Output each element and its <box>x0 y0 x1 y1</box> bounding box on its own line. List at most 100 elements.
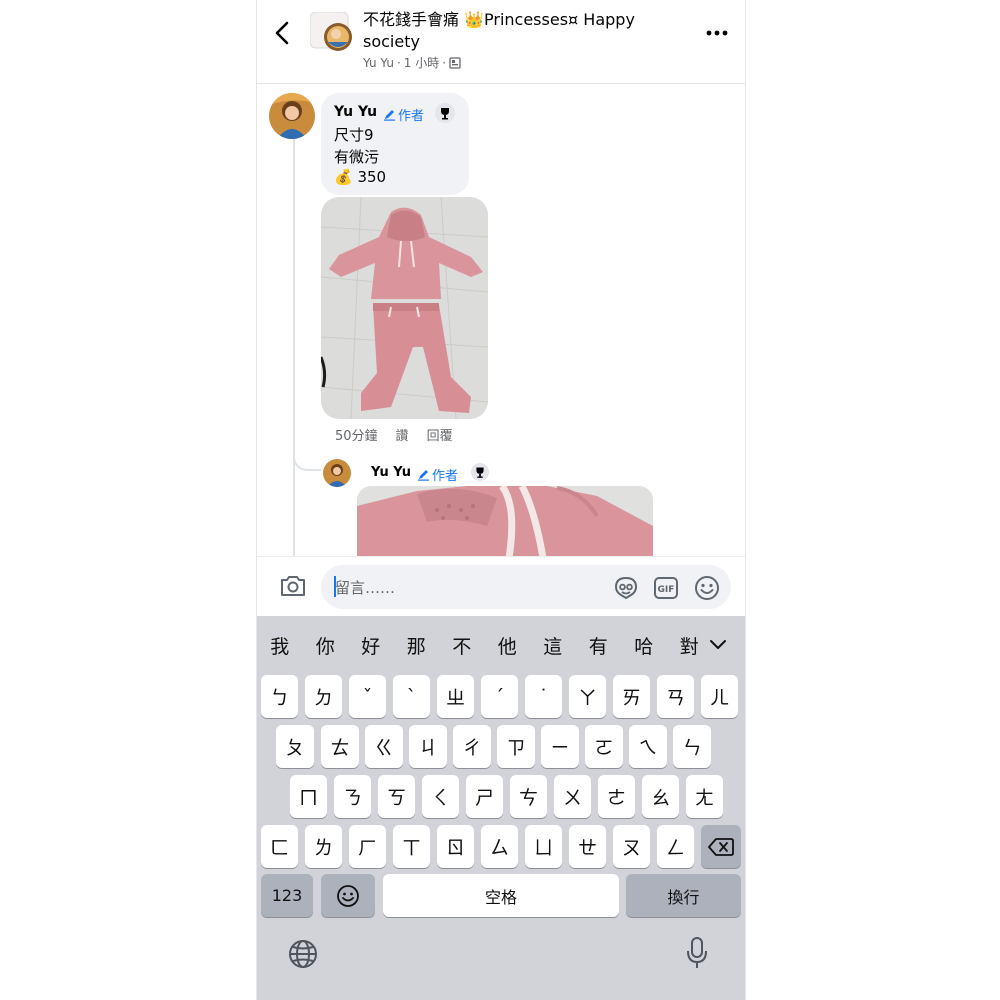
key[interactable]: ˋ <box>393 675 430 718</box>
reply-avatar[interactable] <box>323 459 351 487</box>
key[interactable]: ㄧ <box>541 725 579 768</box>
key[interactable]: ㄘ <box>510 775 547 818</box>
key[interactable]: ㄢ <box>657 675 694 718</box>
key[interactable]: ㄞ <box>613 675 650 718</box>
key[interactable]: ㄔ <box>453 725 491 768</box>
group-name[interactable]: 不花錢手會痛 👑Princesses¤ Happy society <box>363 9 663 53</box>
reply-author[interactable]: Yu Yu <box>371 465 411 480</box>
globe-icon[interactable] <box>287 938 319 970</box>
key[interactable]: ˊ <box>481 675 518 718</box>
post-time[interactable]: 1 小時 <box>404 54 439 71</box>
key[interactable]: ㄚ <box>569 675 606 718</box>
key[interactable]: ㄋ <box>334 775 371 818</box>
key[interactable]: ㄨ <box>554 775 591 818</box>
author-badge: 作者 <box>383 105 424 124</box>
candidate-word[interactable]: 哈 <box>621 632 667 659</box>
privacy-icon <box>449 56 461 69</box>
candidate-word[interactable]: 我 <box>257 632 303 659</box>
key[interactable]: ㄈ <box>261 825 298 868</box>
comment-author[interactable]: Yu Yu <box>334 104 377 120</box>
key[interactable]: ㄕ <box>466 775 503 818</box>
key[interactable]: ㄊ <box>321 725 359 768</box>
emoji-key[interactable] <box>321 874 375 917</box>
comment-bubble[interactable]: Yu Yu 作者 尺寸9 有微污 💰 350 <box>321 93 469 195</box>
like-button[interactable]: 讚 <box>396 425 409 444</box>
key[interactable]: ㄖ <box>437 825 474 868</box>
comment-placeholder: 留言…… <box>335 579 396 597</box>
chevron-down-icon[interactable] <box>705 632 731 658</box>
key[interactable]: ㄇ <box>290 775 327 818</box>
candidate-word[interactable]: 有 <box>576 632 622 659</box>
key[interactable]: ㄌ <box>305 825 342 868</box>
key[interactable]: ㄛ <box>585 725 623 768</box>
key[interactable]: ㄏ <box>349 825 386 868</box>
key-row-2: ㄆ ㄊ ㄍ ㄐ ㄔ ㄗ ㄧ ㄛ ㄟ ㄣ <box>257 725 745 769</box>
key[interactable]: ˙ <box>525 675 562 718</box>
key[interactable]: ㄜ <box>598 775 635 818</box>
avatar[interactable] <box>269 93 315 139</box>
comment-actions: 50分鐘 讚 回覆 <box>335 425 453 444</box>
key[interactable]: ㄣ <box>673 725 711 768</box>
numbers-key[interactable]: 123 <box>261 874 313 917</box>
comment-text-line: 有微污 <box>334 148 380 166</box>
reply-photo[interactable] <box>357 486 653 558</box>
comment-text-line: 💰 350 <box>334 168 387 186</box>
sticker-icon[interactable] <box>613 575 639 601</box>
return-key[interactable]: 換行 <box>626 874 741 917</box>
comment-photo[interactable] <box>321 197 488 419</box>
author-badge-label: 作者 <box>398 109 425 124</box>
key[interactable]: ㄆ <box>276 725 314 768</box>
key[interactable]: ㄤ <box>686 775 723 818</box>
key-row-4: ㄈ ㄌ ㄏ ㄒ ㄖ ㄙ ㄩ ㄝ ㄡ ㄥ <box>257 825 745 869</box>
key[interactable]: ㄡ <box>613 825 650 868</box>
poster-name[interactable]: Yu Yu <box>363 56 394 70</box>
svg-text:GIF: GIF <box>658 585 675 595</box>
comment-composer: 留言…… GIF <box>257 556 745 617</box>
key[interactable]: ㄉ <box>305 675 342 718</box>
key[interactable]: ㄦ <box>701 675 738 718</box>
key[interactable]: ˇ <box>349 675 386 718</box>
comment-time[interactable]: 50分鐘 <box>335 425 378 444</box>
candidate-word[interactable]: 那 <box>394 632 440 659</box>
candidate-word[interactable]: 這 <box>530 632 576 659</box>
key[interactable]: ㄩ <box>525 825 562 868</box>
key[interactable]: ㄙ <box>481 825 518 868</box>
comment-input[interactable]: 留言…… GIF <box>321 565 731 609</box>
candidate-word[interactable]: 好 <box>348 632 394 659</box>
comment-text-line: 尺寸9 <box>334 126 374 144</box>
key[interactable]: ㄝ <box>569 825 606 868</box>
group-avatar[interactable] <box>309 11 354 52</box>
key[interactable]: ㄠ <box>642 775 679 818</box>
key[interactable]: ㄒ <box>393 825 430 868</box>
key[interactable]: ㄥ <box>657 825 694 868</box>
key[interactable]: ㄎ <box>378 775 415 818</box>
candidate-word[interactable]: 你 <box>303 632 349 659</box>
thread-line <box>293 130 295 560</box>
meta-separator-2: · <box>442 55 447 70</box>
key[interactable]: ㄅ <box>261 675 298 718</box>
thread-connector <box>293 445 321 471</box>
mic-icon[interactable] <box>685 936 709 970</box>
key[interactable]: ㄓ <box>437 675 474 718</box>
candidate-bar: 我 你 好 那 不 他 這 有 哈 對 <box>257 616 745 674</box>
space-key[interactable]: 空格 <box>383 874 619 917</box>
trophy-icon <box>435 103 455 123</box>
reply-button[interactable]: 回覆 <box>427 425 453 444</box>
key-row-1: ㄅ ㄉ ˇ ˋ ㄓ ˊ ˙ ㄚ ㄞ ㄢ ㄦ <box>257 675 745 719</box>
key[interactable]: ㄟ <box>629 725 667 768</box>
gif-icon[interactable]: GIF <box>653 576 679 600</box>
more-icon[interactable] <box>703 22 731 44</box>
camera-icon[interactable] <box>278 572 308 600</box>
key-row-5: 123 空格 換行 <box>257 874 745 918</box>
key[interactable]: ㄑ <box>422 775 459 818</box>
emoji-icon[interactable] <box>693 574 721 602</box>
key[interactable]: ㄐ <box>409 725 447 768</box>
delete-key[interactable] <box>701 825 741 868</box>
pencil-icon <box>418 470 429 481</box>
candidate-word[interactable]: 不 <box>439 632 485 659</box>
key[interactable]: ㄍ <box>365 725 403 768</box>
author-badge-label: 作者 <box>432 469 459 484</box>
key[interactable]: ㄗ <box>497 725 535 768</box>
back-icon[interactable] <box>269 18 297 48</box>
candidate-word[interactable]: 他 <box>485 632 531 659</box>
